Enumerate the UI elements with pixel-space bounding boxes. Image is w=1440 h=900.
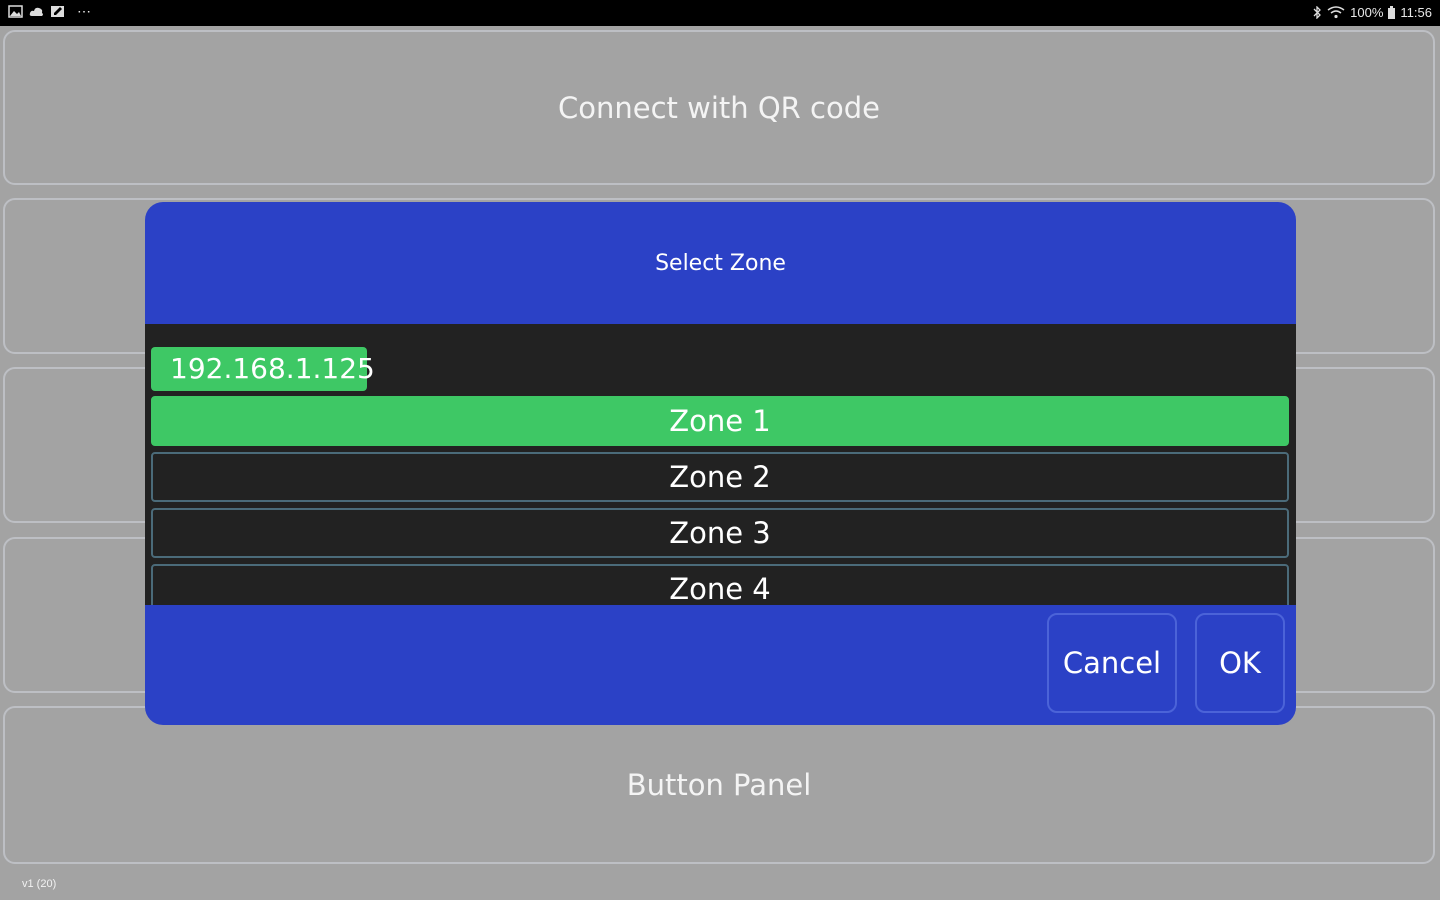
dialog-title: Select Zone [655, 250, 786, 276]
status-bar-right: 100% 11:56 [1313, 5, 1432, 20]
zone-item-4[interactable]: Zone 4 [151, 564, 1289, 605]
cancel-button[interactable]: Cancel [1047, 613, 1177, 713]
ip-address-chip: 192.168.1.125 [151, 347, 375, 391]
zone-item-3[interactable]: Zone 3 [151, 508, 1289, 558]
ok-button[interactable]: OK [1195, 613, 1285, 713]
battery-icon [1388, 6, 1396, 19]
bluetooth-icon [1313, 6, 1322, 19]
connect-qr-panel[interactable]: Connect with QR code [3, 30, 1435, 185]
cloud-icon [29, 7, 43, 16]
button-panel-label: Button Panel [626, 768, 812, 802]
zone-item-1[interactable]: Zone 1 [151, 396, 1289, 446]
overflow-dots: ⋯ [77, 3, 92, 19]
status-bar-left: ⋯ [8, 3, 92, 19]
clock: 11:56 [1400, 5, 1432, 20]
zone-list[interactable]: 192.168.1.125 Zone 1 Zone 2 Zone 3 Zone … [145, 324, 1296, 605]
version-label: v1 (20) [22, 878, 57, 890]
status-bar: ⋯ 100% 11:56 [0, 0, 1440, 26]
image-icon [8, 5, 23, 18]
wifi-icon [1327, 6, 1345, 19]
connect-qr-label: Connect with QR code [557, 90, 880, 125]
edit-icon [51, 6, 64, 17]
button-panel[interactable]: Button Panel [3, 706, 1435, 864]
zone-item-2[interactable]: Zone 2 [151, 452, 1289, 502]
battery-percent: 100% [1350, 5, 1384, 20]
